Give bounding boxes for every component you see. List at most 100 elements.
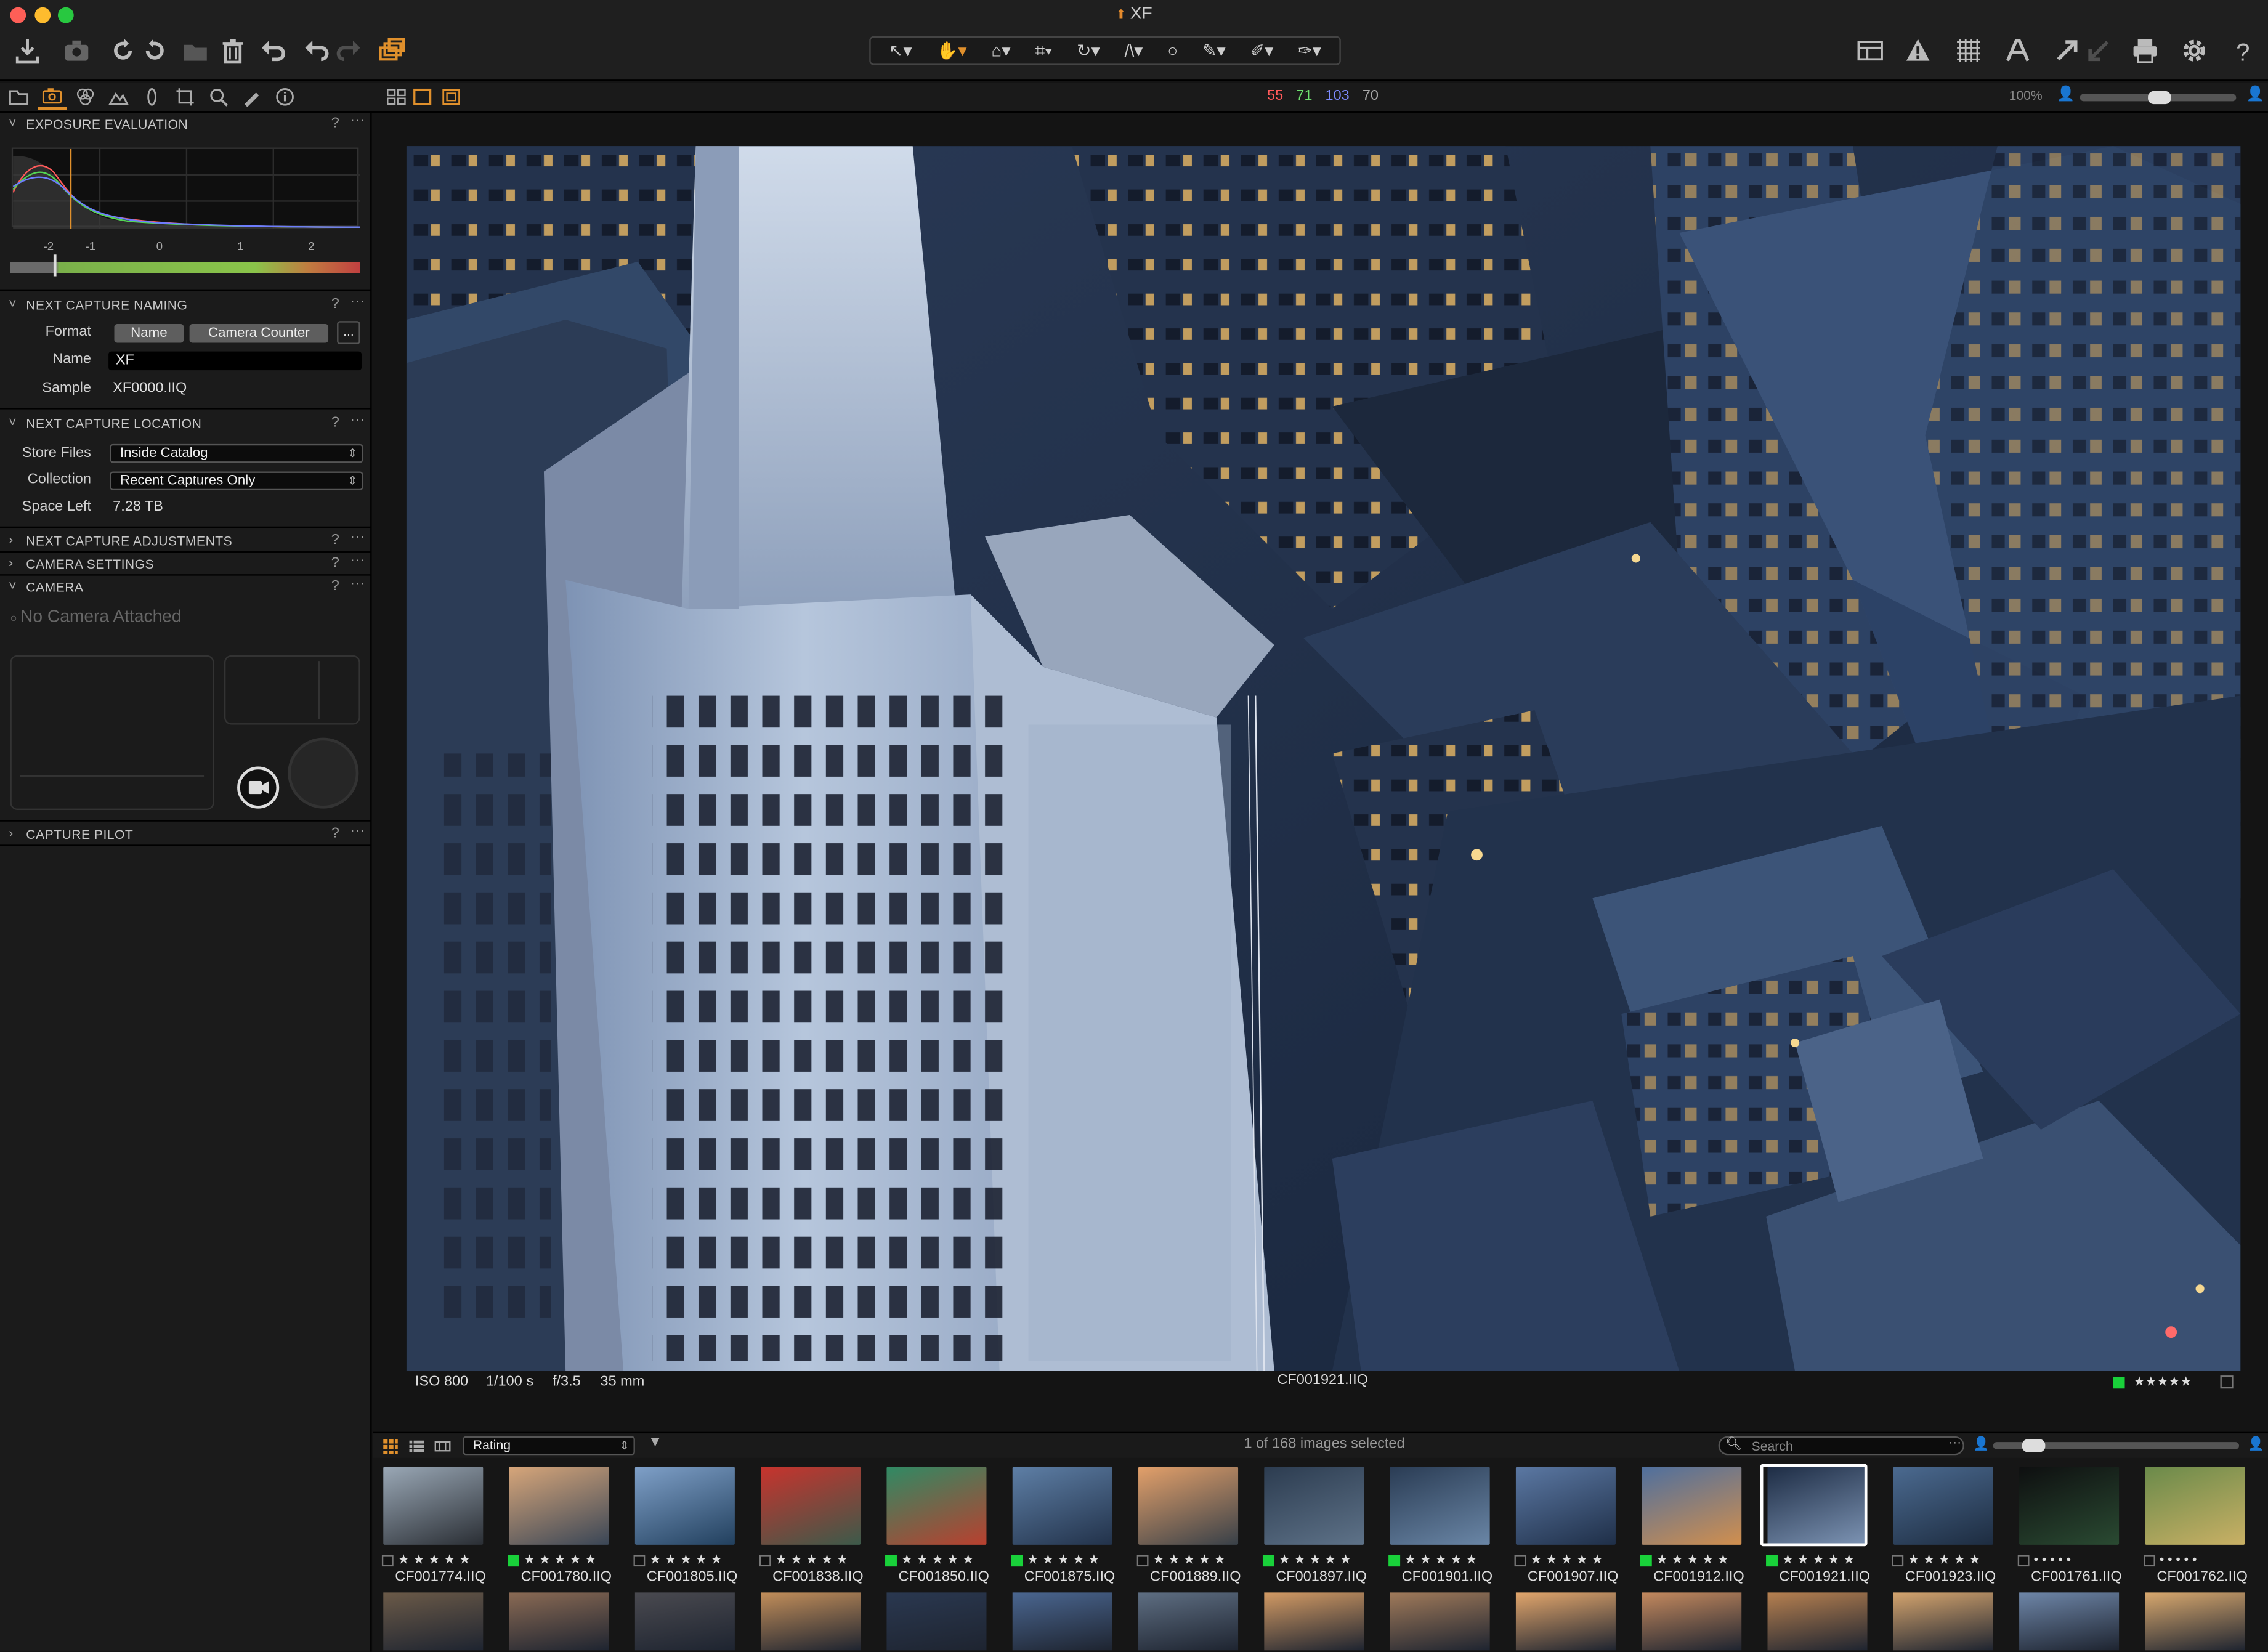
- thumbnail[interactable]: ★ ★ ★ ★ ★ CF001774.IIQ: [379, 1461, 502, 1597]
- camera-header[interactable]: ˅ CAMERA? ···: [0, 576, 371, 599]
- thumbnail-image[interactable]: [1642, 1467, 1742, 1545]
- rating-stars[interactable]: ★ ★ ★ ★ ★: [1386, 1552, 1509, 1566]
- thumbnail-image[interactable]: [1012, 1592, 1112, 1651]
- rating-stars[interactable]: ★ ★ ★ ★ ★: [882, 1552, 1005, 1566]
- thumbnail-image[interactable]: [634, 1467, 735, 1545]
- color-tab-icon[interactable]: [71, 84, 100, 110]
- spot-removal-tool-icon[interactable]: ○: [1167, 41, 1178, 61]
- rating-stars[interactable]: • • • • •: [2015, 1552, 2138, 1566]
- rating-stars[interactable]: • • • • •: [2140, 1552, 2264, 1566]
- details-tab-icon[interactable]: [204, 84, 233, 110]
- live-view-button[interactable]: [237, 766, 280, 809]
- camera-icon[interactable]: [55, 29, 98, 72]
- rotate-right-icon[interactable]: [133, 29, 176, 72]
- thumbnail[interactable]: ★ ★ ★ ★ ★ CF001838.IIQ: [756, 1461, 880, 1597]
- filter-icon[interactable]: ▼: [648, 1435, 662, 1451]
- thumbnail[interactable]: ★ ★ ★ ★ ★ CF001897.IIQ: [1260, 1461, 1383, 1597]
- composition-tab-icon[interactable]: [171, 84, 200, 110]
- process-alt-icon[interactable]: [2077, 29, 2120, 72]
- name-token[interactable]: Name: [114, 323, 184, 343]
- thumbnail-slider-thumb[interactable]: [2022, 1439, 2046, 1452]
- rating-stars[interactable]: ★ ★ ★ ★ ★: [631, 1552, 754, 1566]
- rating-stars[interactable]: ★ ★ ★ ★ ★: [1260, 1552, 1383, 1566]
- keystone-tool-icon[interactable]: /\▾: [1125, 41, 1143, 61]
- thumbnail[interactable]: ★ ★ ★ ★ ★ CF001805.IIQ: [631, 1461, 754, 1597]
- collection-select[interactable]: Recent Captures Only ⇕: [110, 471, 363, 491]
- thumbnail-image[interactable]: [1138, 1592, 1239, 1651]
- zoom-slider[interactable]: [2080, 91, 2237, 105]
- thumbnail-image[interactable]: [1138, 1467, 1239, 1545]
- thumbnail-image[interactable]: [509, 1592, 609, 1651]
- sort-select[interactable]: Rating ⇕: [463, 1436, 635, 1456]
- thumbnail-image[interactable]: [1893, 1592, 1993, 1651]
- thumbnail[interactable]: ★ ★ ★ ★ ★ CF001912.IIQ: [1637, 1461, 1760, 1597]
- filmstrip-view-icon[interactable]: [434, 1436, 451, 1454]
- thumbnail-image[interactable]: [1515, 1467, 1616, 1545]
- thumbnail-image[interactable]: [761, 1467, 861, 1545]
- browser-person-icon[interactable]: 👤: [2248, 1436, 2264, 1452]
- thumbnail-image[interactable]: [1390, 1467, 1490, 1545]
- zoom-slider-thumb[interactable]: [2148, 91, 2171, 105]
- rating-stars[interactable]: ★ ★ ★ ★ ★: [1637, 1552, 1760, 1566]
- viewer-rating[interactable]: ★★★★★: [2134, 1374, 2192, 1390]
- local-adjustments-tab-icon[interactable]: [237, 84, 266, 110]
- thumbnail-image[interactable]: [886, 1467, 987, 1545]
- thumbnail-image[interactable]: [1767, 1592, 1868, 1651]
- thumbnail[interactable]: ★ ★ ★ ★ ★ CF001907.IIQ: [1512, 1461, 1635, 1597]
- trash-icon[interactable]: [211, 29, 254, 72]
- store-files-select[interactable]: Inside Catalog ⇕: [110, 443, 363, 463]
- thumbnail-image[interactable]: [383, 1592, 484, 1651]
- rating-stars[interactable]: ★ ★ ★ ★ ★: [1134, 1552, 1257, 1566]
- thumbnail[interactable]: • • • • • CF001762.IIQ: [2140, 1461, 2264, 1597]
- thumbnail[interactable]: ★ ★ ★ ★ ★ CF001850.IIQ: [882, 1461, 1005, 1597]
- thumbnail[interactable]: • • • • • CF001761.IIQ: [2015, 1461, 2138, 1597]
- capture-adjustments-header[interactable]: › NEXT CAPTURE ADJUSTMENTS? ···: [0, 529, 371, 553]
- text-icon[interactable]: [1996, 29, 2039, 72]
- color-tag[interactable]: [2113, 1377, 2125, 1389]
- capture-naming-header[interactable]: ˅ NEXT CAPTURE NAMING? ···: [0, 294, 371, 317]
- loupe-tool-icon[interactable]: ⌂▾: [992, 41, 1011, 61]
- main-photo[interactable]: [406, 146, 2241, 1372]
- brush-tool-icon[interactable]: ✎▾: [1202, 41, 1226, 61]
- import-icon[interactable]: [6, 29, 49, 72]
- multi-view-icon[interactable]: [382, 84, 411, 110]
- camera-counter-token[interactable]: Camera Counter: [189, 323, 329, 343]
- rating-stars[interactable]: ★ ★ ★ ★ ★: [505, 1552, 628, 1566]
- crop-tool-icon[interactable]: ⌗▾: [1035, 40, 1053, 62]
- help-icon[interactable]: ?: [2222, 29, 2265, 72]
- thumbnail[interactable]: ★ ★ ★ ★ ★ CF001780.IIQ: [505, 1461, 628, 1597]
- thumbnail[interactable]: ★ ★ ★ ★ ★ CF001875.IIQ: [1008, 1461, 1132, 1597]
- picker-tool-icon[interactable]: ✐▾: [1250, 41, 1274, 61]
- thumbnail-image[interactable]: [886, 1592, 987, 1651]
- thumbnail-size-slider[interactable]: [1993, 1439, 2240, 1452]
- library-tab-icon[interactable]: [4, 84, 33, 110]
- pan-tool-icon[interactable]: ✋▾: [936, 41, 966, 61]
- thumbnail-image[interactable]: [761, 1592, 861, 1651]
- rating-stars[interactable]: ★ ★ ★ ★ ★: [756, 1552, 880, 1566]
- grid-view-icon[interactable]: [382, 1436, 399, 1454]
- layout-icon[interactable]: [1849, 29, 1892, 72]
- thumbnail-image[interactable]: [1893, 1467, 1993, 1545]
- rating-stars[interactable]: ★ ★ ★ ★ ★: [379, 1552, 502, 1566]
- annotate-tool-icon[interactable]: ✑▾: [1298, 41, 1321, 61]
- thumbnail-image[interactable]: [1642, 1592, 1742, 1651]
- thumbnail-image[interactable]: [2019, 1592, 2120, 1651]
- folder-icon[interactable]: [174, 29, 217, 72]
- thumbnail-image[interactable]: [2145, 1592, 2245, 1651]
- list-view-icon[interactable]: [408, 1436, 425, 1454]
- primary-view-icon[interactable]: [437, 84, 466, 110]
- thumbnail[interactable]: ★ ★ ★ ★ ★ CF001901.IIQ: [1386, 1461, 1509, 1597]
- exposure-evaluation-header[interactable]: ˅ EXPOSURE EVALUATION? ···: [0, 113, 371, 136]
- thumbnail-image[interactable]: [1264, 1467, 1364, 1545]
- thumbnail[interactable]: ★ ★ ★ ★ ★ CF001889.IIQ: [1134, 1461, 1257, 1597]
- redo-icon[interactable]: [327, 29, 370, 72]
- select-tool-icon[interactable]: ↖▾: [889, 41, 912, 61]
- thumbnail-image[interactable]: [383, 1467, 484, 1545]
- thumbnail-image[interactable]: [634, 1592, 735, 1651]
- rating-stars[interactable]: ★ ★ ★ ★ ★: [1889, 1552, 2012, 1566]
- exposure-tab-icon[interactable]: [104, 84, 133, 110]
- thumbnail-image[interactable]: [1012, 1467, 1112, 1545]
- settings-icon[interactable]: [2173, 29, 2216, 72]
- capture-pilot-header[interactable]: › CAPTURE PILOT? ···: [0, 823, 371, 846]
- format-more-button[interactable]: ...: [337, 321, 360, 344]
